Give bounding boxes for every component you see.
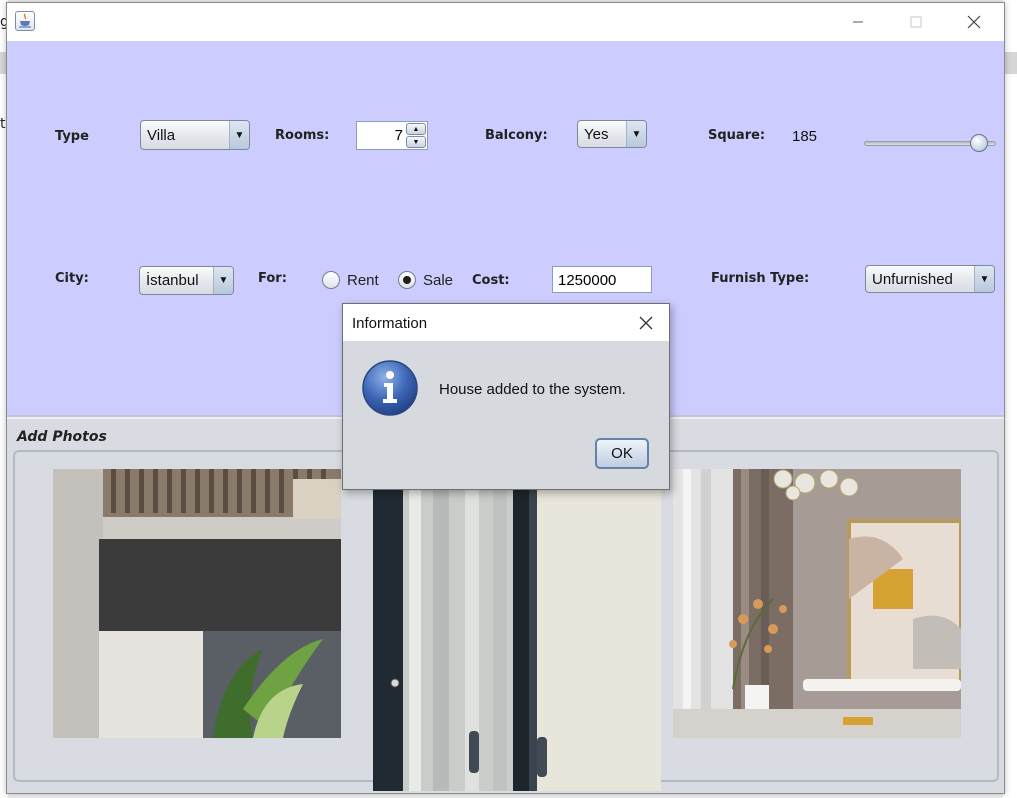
cost-input-value: 1250000	[558, 272, 617, 289]
background-letter: t	[0, 116, 6, 132]
balcony-combobox[interactable]: Yes ▼	[577, 120, 647, 148]
background-window-right	[1003, 0, 1017, 798]
chevron-down-icon[interactable]: ▼	[974, 266, 994, 292]
cost-input[interactable]: 1250000	[552, 266, 652, 293]
dialog-title: Information	[352, 315, 428, 332]
info-icon	[361, 359, 419, 417]
cost-label: Cost:	[472, 273, 510, 288]
dialog-title-bar: Information	[343, 304, 669, 341]
add-photos-title: Add Photos	[17, 429, 107, 445]
rent-radio[interactable]	[322, 271, 340, 289]
sale-radio-label[interactable]: Sale	[423, 272, 453, 289]
house-photo-3[interactable]	[673, 469, 961, 738]
house-photo-2[interactable]	[373, 469, 661, 791]
balcony-combobox-value: Yes	[584, 126, 609, 143]
sale-radio[interactable]	[398, 271, 416, 289]
furnish-type-label: Furnish Type:	[711, 271, 810, 286]
city-combobox-value: İstanbul	[146, 272, 199, 289]
furnish-type-combobox-value: Unfurnished	[872, 271, 953, 288]
rooms-spinner-value: 7	[394, 127, 403, 144]
background-window-bar	[1003, 52, 1017, 74]
title-bar	[7, 3, 1004, 41]
close-window-button[interactable]	[951, 9, 997, 35]
balcony-label: Balcony:	[485, 128, 548, 143]
rooms-spinner[interactable]: 7 ▲ ▼	[356, 121, 428, 150]
square-slider-thumb[interactable]	[970, 134, 988, 152]
type-label: Type	[55, 129, 89, 144]
rooms-label: Rooms:	[275, 128, 330, 143]
radio-selected-dot	[403, 276, 411, 284]
increment-icon[interactable]: ▲	[406, 123, 426, 135]
minimize-button[interactable]	[835, 9, 881, 35]
chevron-down-icon[interactable]: ▼	[626, 121, 646, 147]
maximize-button[interactable]	[893, 9, 939, 35]
app-window: Type Villa ▼ Rooms: 7 ▲ ▼ Balcony: Yes ▼…	[6, 2, 1005, 794]
chevron-down-icon[interactable]: ▼	[229, 121, 249, 149]
square-label: Square:	[708, 128, 766, 143]
type-combobox[interactable]: Villa ▼	[140, 120, 250, 150]
square-value: 185	[792, 128, 818, 145]
ok-button[interactable]: OK	[595, 438, 649, 469]
decrement-icon[interactable]: ▼	[406, 136, 426, 148]
chevron-down-icon[interactable]: ▼	[213, 267, 233, 294]
java-cup-icon	[15, 11, 35, 31]
information-dialog: Information House added to the system. O…	[342, 303, 670, 490]
city-combobox[interactable]: İstanbul ▼	[139, 266, 234, 295]
dialog-message: House added to the system.	[439, 381, 626, 398]
city-label: City:	[55, 271, 89, 286]
type-combobox-value: Villa	[147, 127, 176, 144]
rent-radio-label[interactable]: Rent	[347, 272, 379, 289]
house-photo-1[interactable]	[53, 469, 341, 738]
for-label: For:	[258, 271, 287, 286]
close-icon[interactable]	[633, 310, 659, 336]
furnish-type-combobox[interactable]: Unfurnished ▼	[865, 265, 995, 293]
